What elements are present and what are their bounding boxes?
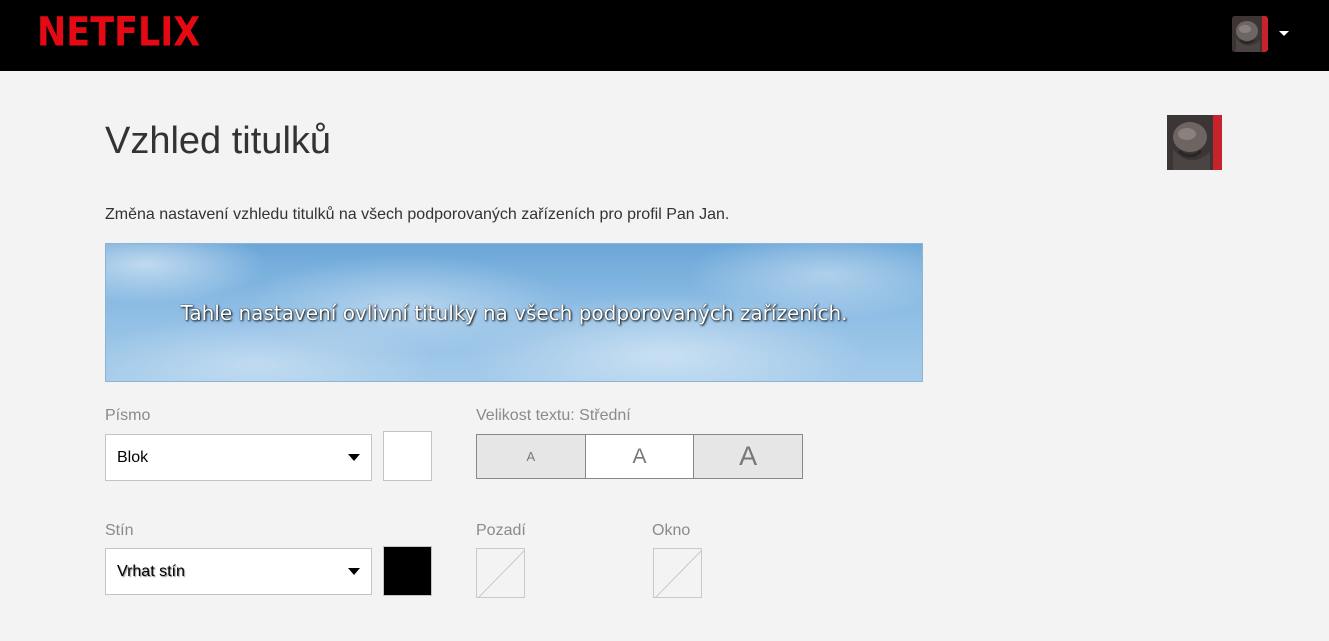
page-title: Vzhled titulků <box>105 120 332 162</box>
background-label: Pozadí <box>476 522 526 539</box>
dropdown-arrow-icon <box>348 454 360 461</box>
text-size-medium-button[interactable]: A <box>584 435 694 478</box>
text-size-large-button[interactable]: A <box>693 435 803 478</box>
text-size-selector: A A A <box>476 434 803 479</box>
top-nav: NETFLIX <box>0 0 1329 71</box>
shadow-label: Stín <box>105 522 134 539</box>
profile-avatar-image <box>1232 16 1268 52</box>
profile-avatar[interactable] <box>1232 16 1268 52</box>
no-color-icon <box>655 550 701 597</box>
subtitle-preview: Tahle nastavení ovlivní titulky na všech… <box>105 243 923 382</box>
no-color-icon <box>478 550 524 597</box>
chevron-down-icon[interactable] <box>1279 31 1289 36</box>
background-color-swatch[interactable] <box>476 548 525 598</box>
dropdown-arrow-icon <box>348 568 360 575</box>
subtitle-preview-text: Tahle nastavení ovlivní titulky na všech… <box>180 300 848 325</box>
netflix-logo[interactable]: NETFLIX <box>37 10 200 56</box>
text-size-label: Velikost textu: Střední <box>476 407 631 424</box>
shadow-color-swatch[interactable] <box>383 546 432 596</box>
shadow-select-value: Vrhat stín <box>117 563 185 580</box>
window-color-swatch[interactable] <box>653 548 702 598</box>
profile-avatar-large <box>1167 115 1222 170</box>
font-color-swatch[interactable] <box>383 431 432 481</box>
window-label: Okno <box>652 522 691 539</box>
profile-avatar-large-image <box>1167 115 1222 170</box>
font-label: Písmo <box>105 407 151 424</box>
shadow-select[interactable]: Vrhat stín <box>105 548 372 595</box>
font-select-value: Blok <box>117 449 149 466</box>
font-select[interactable]: Blok <box>105 434 372 481</box>
text-size-small-button[interactable]: A <box>477 435 585 478</box>
page-description: Změna nastavení vzhledu titulků na všech… <box>105 206 730 223</box>
